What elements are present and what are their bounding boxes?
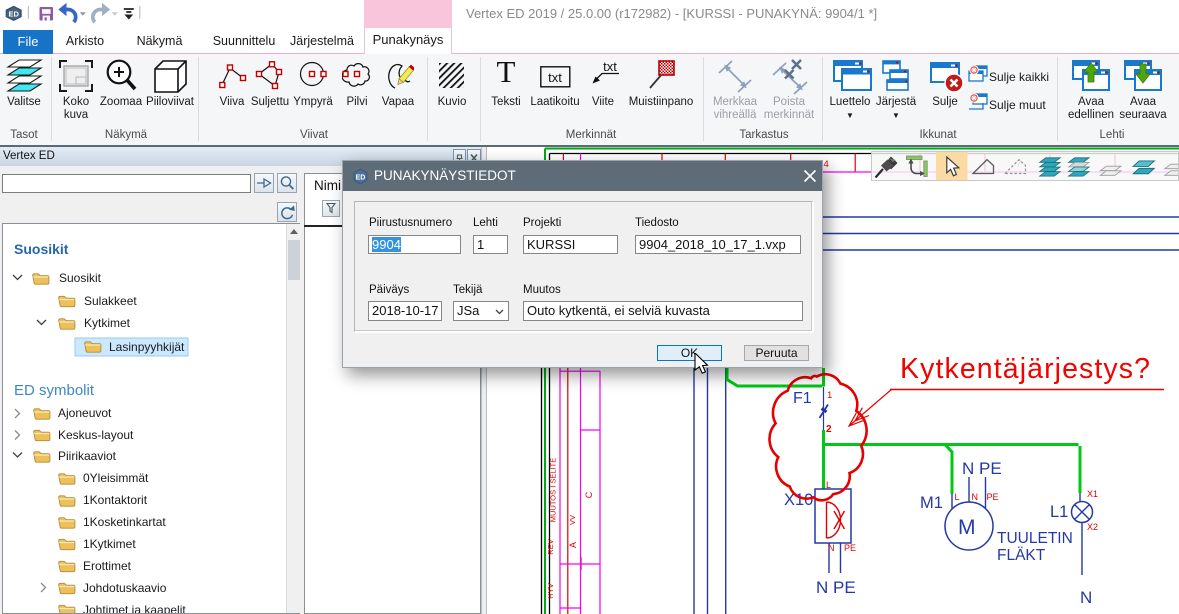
svg-text:ED: ED <box>356 175 366 182</box>
svg-text:PE: PE <box>987 492 999 502</box>
svg-text:PE: PE <box>844 543 856 553</box>
svg-text:M: M <box>958 516 976 539</box>
svg-text:C: C <box>584 491 594 498</box>
svg-text:N: N <box>972 492 979 502</box>
svg-text:N: N <box>1080 588 1092 607</box>
svg-text:A: A <box>568 542 578 548</box>
svg-text:L1: L1 <box>1050 503 1068 521</box>
svg-text:MUUTOS I SELITE: MUUTOS I SELITE <box>549 458 558 522</box>
svg-text:X10: X10 <box>784 491 813 509</box>
svg-text:M1: M1 <box>920 494 943 512</box>
svg-text:FLÄKT: FLÄKT <box>997 547 1046 564</box>
svg-text:txt: txt <box>603 60 617 74</box>
svg-text:X1: X1 <box>1087 489 1098 499</box>
svg-text:4: 4 <box>824 159 829 170</box>
svg-text:1: 1 <box>827 390 832 401</box>
svg-text:X2: X2 <box>1087 522 1098 532</box>
svg-text:L: L <box>826 480 831 490</box>
svg-text:txt: txt <box>548 70 562 85</box>
svg-text:2: 2 <box>826 424 832 435</box>
svg-text:Kytkentäjärjestys?: Kytkentäjärjestys? <box>900 353 1151 385</box>
svg-text:TUULETIN: TUULETIN <box>997 530 1073 547</box>
svg-text:ED: ED <box>8 9 19 18</box>
svg-text:HYV: HYV <box>546 583 555 598</box>
svg-text:N PE: N PE <box>962 459 1002 478</box>
svg-text:L: L <box>955 492 960 502</box>
svg-text:N: N <box>828 543 835 553</box>
svg-text:VV: VV <box>568 515 577 525</box>
svg-text:F1: F1 <box>793 390 812 407</box>
svg-text:N PE: N PE <box>816 578 856 597</box>
svg-text:REV: REV <box>546 539 555 554</box>
